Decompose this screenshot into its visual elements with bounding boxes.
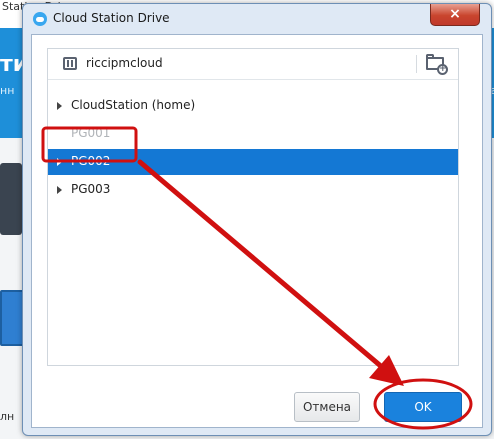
computer-device-image	[0, 290, 24, 346]
cloud-station-app-icon	[33, 12, 47, 26]
expand-arrow-icon[interactable]	[57, 158, 62, 166]
tree-item-label: PG002	[71, 154, 111, 168]
tree-item-label: CloudStation (home)	[71, 98, 196, 112]
folder-tree-panel: riccipmcloud + CloudStation (home) PG001…	[47, 48, 459, 366]
expand-arrow-icon[interactable]	[57, 102, 62, 110]
close-icon: ×	[449, 6, 461, 22]
tree-item-pg002[interactable]: PG002	[48, 149, 458, 175]
tree-item-label: PG001	[71, 126, 111, 140]
dialog-content: riccipmcloud + CloudStation (home) PG001…	[31, 34, 483, 428]
expand-arrow-icon[interactable]	[57, 186, 62, 194]
background-bottom-text: лн	[0, 410, 15, 423]
tree-item-label: PG003	[71, 182, 111, 196]
tree-item-pg003[interactable]: PG003	[48, 177, 458, 203]
tree-item-cloudstation-home[interactable]: CloudStation (home)	[48, 93, 458, 119]
close-button[interactable]: ×	[430, 4, 480, 26]
tree-item-pg001: PG001	[48, 121, 458, 147]
plus-icon: +	[437, 64, 448, 75]
nas-server-icon	[63, 57, 77, 70]
nas-device-image	[0, 163, 22, 235]
header-divider	[416, 55, 417, 73]
background-banner-subtitle: нн	[0, 84, 15, 97]
tree-header: riccipmcloud +	[48, 49, 458, 80]
folder-picker-dialog: Cloud Station Drive × riccipmcloud + Clo…	[22, 3, 492, 436]
new-folder-button[interactable]: +	[424, 53, 450, 75]
ok-button[interactable]: OK	[384, 392, 462, 422]
dialog-title: Cloud Station Drive	[53, 11, 170, 25]
cancel-button[interactable]: Отмена	[294, 392, 360, 422]
server-name-label: riccipmcloud	[86, 56, 163, 70]
dialog-titlebar[interactable]: Cloud Station Drive ×	[23, 4, 491, 34]
